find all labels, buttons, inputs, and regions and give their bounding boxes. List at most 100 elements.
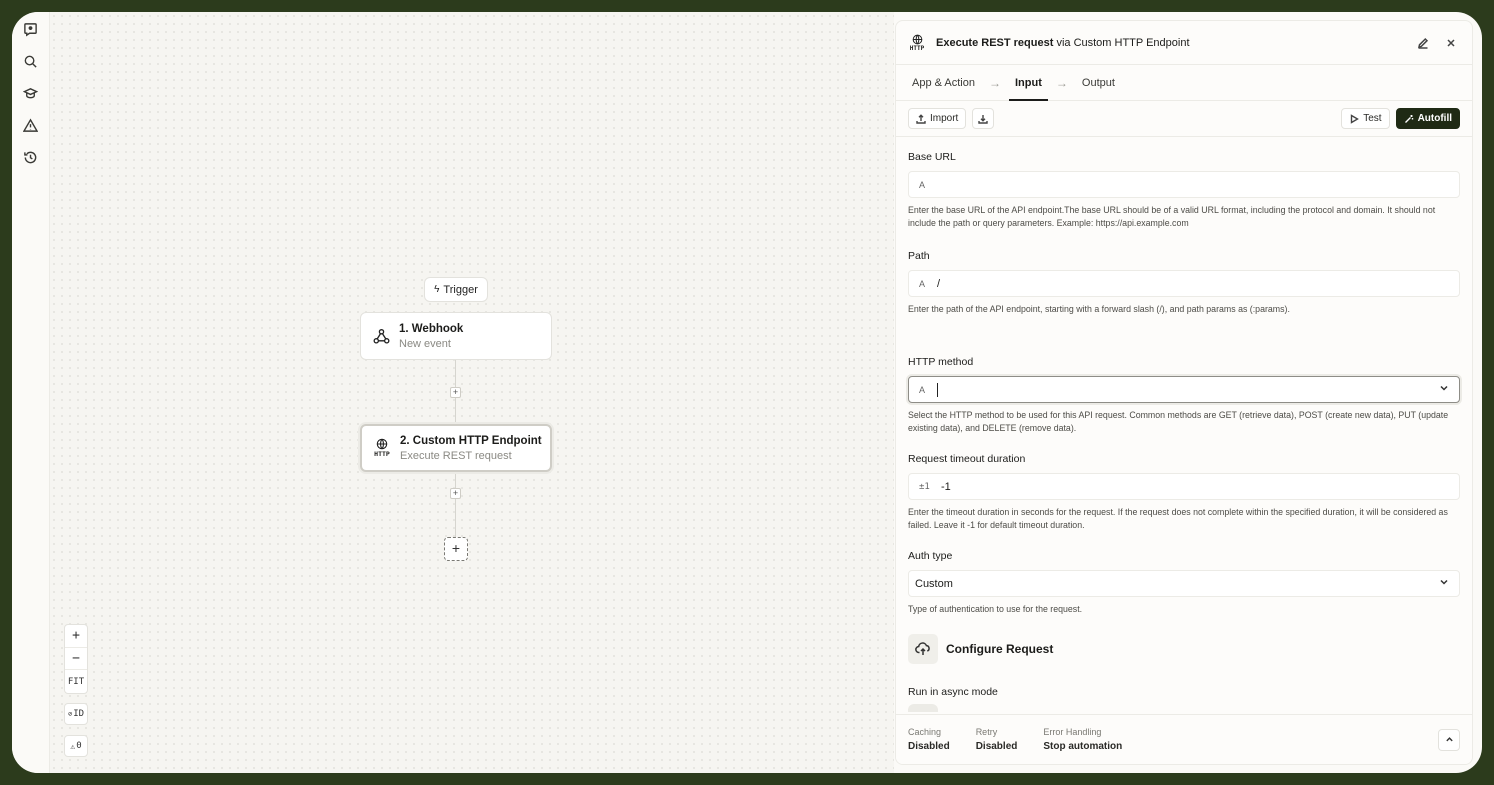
auth-type-label: Auth type xyxy=(908,550,953,562)
download-button[interactable] xyxy=(972,108,995,129)
panel-toolbar: Import Test Autofill xyxy=(896,101,1472,137)
path-help: Enter the path of the API endpoint, star… xyxy=(908,304,1290,314)
title-via: via xyxy=(1056,36,1071,49)
tab-output[interactable]: Output xyxy=(1082,65,1115,100)
autofill-button[interactable]: Autofill xyxy=(1395,108,1460,129)
timeout-value: -1 xyxy=(941,480,951,493)
warnings-count: 0 xyxy=(76,741,82,751)
import-button[interactable]: Import xyxy=(908,108,967,129)
text-type-icon: A xyxy=(919,384,926,395)
left-rail xyxy=(12,12,50,773)
path-label: Path xyxy=(908,250,930,262)
configure-request-section[interactable]: Configure Request xyxy=(908,634,1460,664)
upload-icon xyxy=(916,113,926,124)
node-subtitle: Execute REST request xyxy=(400,449,512,462)
id-toggle-icon: ⊘ xyxy=(67,710,73,718)
error-handling-key: Error Handling xyxy=(1043,727,1102,737)
chevron-down-icon[interactable] xyxy=(1439,383,1449,396)
timeout-label: Request timeout duration xyxy=(908,453,1026,465)
download-icon xyxy=(978,114,989,124)
base-url-label: Base URL xyxy=(908,151,956,163)
add-step-button[interactable]: + xyxy=(450,488,461,499)
autofill-label: Autofill xyxy=(1417,113,1452,124)
id-toggle-label: ID xyxy=(73,709,85,719)
arrow-right-icon: → xyxy=(989,75,1001,90)
trigger-label: Trigger xyxy=(443,283,478,296)
logo-icon[interactable] xyxy=(19,18,43,40)
http-icon-text: HTTP xyxy=(374,450,390,458)
node-subtitle: New event xyxy=(399,337,451,350)
retry-setting[interactable]: Retry Disabled xyxy=(976,727,1018,752)
panel-title: Execute REST request via Custom HTTP End… xyxy=(936,37,1404,49)
title-action: Execute REST request xyxy=(936,36,1054,49)
panel-footer: Caching Disabled Retry Disabled Error Ha… xyxy=(896,714,1472,764)
text-type-icon: A xyxy=(919,179,926,190)
auth-type-help: Type of authentication to use for the re… xyxy=(908,604,1083,614)
error-handling-value: Stop automation xyxy=(1043,741,1123,752)
play-icon xyxy=(1351,113,1360,124)
test-label: Test xyxy=(1363,113,1382,124)
tab-app-action[interactable]: App & Action xyxy=(912,65,975,100)
zoom-in-button[interactable]: + xyxy=(72,625,80,647)
path-value: / xyxy=(937,277,941,290)
caching-value: Disabled xyxy=(908,741,950,752)
configure-request-label: Configure Request xyxy=(946,642,1054,656)
upload-cloud-icon xyxy=(908,634,938,664)
timeout-input[interactable]: ±1 -1 xyxy=(908,473,1460,500)
history-icon[interactable] xyxy=(19,146,43,168)
lightning-icon: ϟ xyxy=(434,284,440,295)
app-frame: ϟ Trigger 1. Webhook New event + HTTP 2.… xyxy=(12,12,1482,773)
auth-type-select[interactable]: Custom xyxy=(908,570,1460,597)
caching-setting[interactable]: Caching Disabled xyxy=(908,727,950,752)
node-title: 2. Custom HTTP Endpoint xyxy=(400,434,542,447)
http-method-help: Select the HTTP method to be used for th… xyxy=(908,410,1449,433)
tab-input[interactable]: Input xyxy=(1009,65,1048,101)
chevron-up-icon[interactable] xyxy=(1438,728,1460,751)
text-type-icon: A xyxy=(919,278,926,289)
http-globe-icon: HTTP xyxy=(908,34,926,52)
title-app: Custom HTTP Endpoint xyxy=(1073,36,1190,49)
text-caret xyxy=(937,382,938,397)
retry-value: Disabled xyxy=(975,741,1018,752)
add-node-button[interactable]: + xyxy=(444,537,468,561)
http-globe-icon: HTTP xyxy=(372,438,392,458)
node-title: 1. Webhook xyxy=(399,322,464,335)
chevron-down-icon[interactable] xyxy=(1439,577,1449,590)
error-handling-setting[interactable]: Error Handling Stop automation xyxy=(1043,727,1122,752)
panel-tabs: App & Action → Input → Output xyxy=(896,65,1472,101)
warning-small-icon: ⚠ xyxy=(70,741,76,751)
async-mode-toggle[interactable] xyxy=(908,704,938,712)
node-webhook[interactable]: 1. Webhook New event xyxy=(360,312,552,360)
input-form: Base URL A Enter the base URL of the API… xyxy=(896,137,1472,715)
webhook-icon xyxy=(371,326,391,346)
test-button[interactable]: Test xyxy=(1341,108,1390,129)
http-method-select[interactable]: A xyxy=(908,376,1460,403)
search-icon[interactable] xyxy=(19,50,43,72)
import-label: Import xyxy=(930,113,959,124)
graduation-cap-icon[interactable] xyxy=(19,82,43,104)
workflow-canvas[interactable]: ϟ Trigger 1. Webhook New event + HTTP 2.… xyxy=(50,12,894,773)
warning-icon[interactable] xyxy=(19,114,43,136)
auth-type-value: Custom xyxy=(915,577,953,590)
timeout-help: Enter the timeout duration in seconds fo… xyxy=(908,507,1448,530)
fit-button[interactable]: FIT xyxy=(65,669,87,693)
base-url-input[interactable]: A xyxy=(908,171,1460,198)
magic-wand-icon xyxy=(1404,114,1413,123)
base-url-help: Enter the base URL of the API endpoint.T… xyxy=(908,205,1436,228)
number-type-icon: ±1 xyxy=(919,481,930,492)
warnings-button[interactable]: ⚠ 0 xyxy=(64,735,88,757)
http-method-label: HTTP method xyxy=(908,356,974,368)
edit-icon[interactable] xyxy=(1414,34,1432,52)
step-config-panel: HTTP Execute REST request via Custom HTT… xyxy=(895,20,1473,765)
http-icon-text: HTTP xyxy=(909,44,925,52)
path-input[interactable]: A / xyxy=(908,270,1460,297)
node-custom-http-endpoint[interactable]: HTTP 2. Custom HTTP Endpoint Execute RES… xyxy=(360,424,552,472)
panel-header: HTTP Execute REST request via Custom HTT… xyxy=(896,21,1472,65)
zoom-out-button[interactable]: − xyxy=(65,647,87,669)
connector-line xyxy=(455,474,456,538)
trigger-chip[interactable]: ϟ Trigger xyxy=(424,277,488,302)
retry-key: Retry xyxy=(975,727,998,737)
id-toggle-button[interactable]: ⊘ ID xyxy=(64,703,88,725)
close-icon[interactable] xyxy=(1442,34,1460,52)
add-step-button[interactable]: + xyxy=(450,387,461,398)
